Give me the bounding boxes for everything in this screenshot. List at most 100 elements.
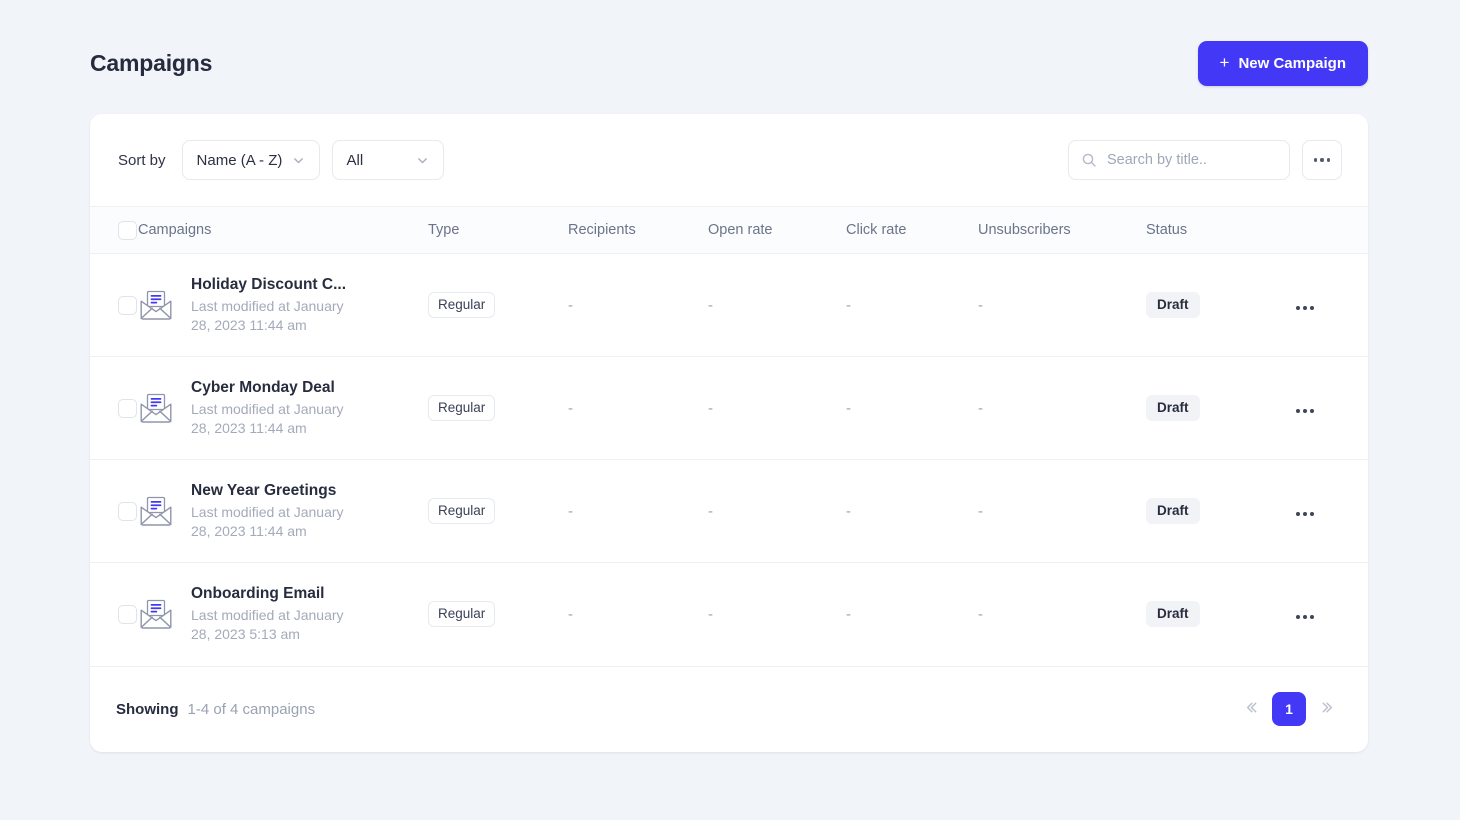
- campaigns-page: Campaigns + New Campaign Sort by Name (A…: [0, 0, 1460, 820]
- table-body: Holiday Discount C... Last modified at J…: [90, 254, 1368, 666]
- type-badge: Regular: [428, 291, 496, 319]
- campaign-type-cell: Regular: [428, 460, 568, 563]
- recipients-value: -: [568, 399, 573, 417]
- open-rate-cell: -: [708, 563, 846, 666]
- open-rate-value: -: [708, 296, 713, 314]
- row-actions-button[interactable]: [1296, 305, 1314, 310]
- column-header-unsubscribers[interactable]: Unsubscribers: [978, 207, 1146, 254]
- recipients-value: -: [568, 605, 573, 623]
- unsubscribers-cell: -: [978, 254, 1146, 357]
- row-actions-cell: [1296, 254, 1368, 357]
- row-actions-button[interactable]: [1296, 408, 1314, 413]
- search-input[interactable]: [1107, 152, 1277, 168]
- campaign-name[interactable]: New Year Greetings: [191, 481, 361, 500]
- row-select-cell: [90, 563, 138, 666]
- double-chevron-right-icon: [1319, 698, 1338, 720]
- recipients-cell: -: [568, 460, 708, 563]
- ellipsis-icon: [1296, 408, 1314, 413]
- search-icon: [1081, 152, 1097, 168]
- campaign-modified-meta: Last modified at January 28, 2023 5:13 a…: [191, 607, 344, 643]
- column-header-recipients[interactable]: Recipients: [568, 207, 708, 254]
- column-header-campaigns[interactable]: Campaigns: [138, 207, 428, 254]
- sort-select[interactable]: Name (A - Z): [181, 140, 320, 180]
- status-badge: Draft: [1146, 394, 1200, 422]
- campaign-name-cell: New Year Greetings Last modified at Janu…: [138, 460, 428, 563]
- row-checkbox[interactable]: [118, 501, 137, 521]
- page-button-1[interactable]: 1: [1272, 692, 1306, 726]
- campaign-type-cell: Regular: [428, 254, 568, 357]
- campaign-modified-meta: Last modified at January 28, 2023 11:44 …: [191, 504, 344, 540]
- row-actions-cell: [1296, 357, 1368, 460]
- column-header-actions: [1296, 207, 1368, 254]
- envelope-icon: [138, 390, 174, 426]
- row-checkbox[interactable]: [118, 398, 137, 418]
- open-rate-value: -: [708, 605, 713, 623]
- search-box[interactable]: [1068, 140, 1290, 180]
- chevron-down-icon: [292, 154, 305, 167]
- recipients-value: -: [568, 296, 573, 314]
- envelope-icon: [138, 596, 174, 632]
- unsubscribers-value: -: [978, 296, 983, 314]
- unsubscribers-cell: -: [978, 357, 1146, 460]
- table-row[interactable]: New Year Greetings Last modified at Janu…: [90, 460, 1368, 563]
- last-page-button[interactable]: [1314, 695, 1342, 723]
- ellipsis-icon: [1313, 158, 1331, 162]
- table-toolbar: Sort by Name (A - Z) All: [90, 114, 1368, 206]
- campaign-name-cell: Onboarding Email Last modified at Januar…: [138, 563, 428, 666]
- new-campaign-button-label: New Campaign: [1238, 54, 1346, 72]
- unsubscribers-cell: -: [978, 563, 1146, 666]
- select-all-checkbox[interactable]: [118, 220, 137, 240]
- table-row[interactable]: Cyber Monday Deal Last modified at Janua…: [90, 357, 1368, 460]
- open-rate-cell: -: [708, 460, 846, 563]
- recipients-cell: -: [568, 254, 708, 357]
- select-all-cell: [90, 207, 138, 254]
- row-checkbox[interactable]: [118, 295, 137, 315]
- open-rate-value: -: [708, 502, 713, 520]
- unsubscribers-value: -: [978, 502, 983, 520]
- campaign-name-cell: Cyber Monday Deal Last modified at Janua…: [138, 357, 428, 460]
- table-head: Campaigns Type Recipients Open rate Clic…: [90, 206, 1368, 254]
- ellipsis-icon: [1296, 305, 1314, 310]
- campaign-name[interactable]: Cyber Monday Deal: [191, 378, 361, 397]
- type-filter-select[interactable]: All: [331, 140, 444, 180]
- first-page-button[interactable]: [1236, 695, 1264, 723]
- status-cell: Draft: [1146, 254, 1296, 357]
- campaign-modified-meta: Last modified at January 28, 2023 11:44 …: [191, 298, 344, 334]
- click-rate-value: -: [846, 399, 851, 417]
- click-rate-cell: -: [846, 357, 978, 460]
- status-cell: Draft: [1146, 563, 1296, 666]
- status-badge: Draft: [1146, 601, 1200, 628]
- chevron-down-icon: [416, 154, 429, 167]
- click-rate-cell: -: [846, 460, 978, 563]
- table-row[interactable]: Onboarding Email Last modified at Januar…: [90, 563, 1368, 666]
- column-header-open-rate[interactable]: Open rate: [708, 207, 846, 254]
- page-title: Campaigns: [90, 49, 213, 76]
- showing-range: 1-4 of 4 campaigns: [187, 700, 316, 718]
- row-select-cell: [90, 254, 138, 357]
- row-checkbox[interactable]: [118, 604, 137, 624]
- row-actions-button[interactable]: [1296, 614, 1314, 619]
- sort-select-value: Name (A - Z): [196, 151, 283, 169]
- new-campaign-button[interactable]: + New Campaign: [1197, 40, 1368, 86]
- ellipsis-icon: [1296, 614, 1314, 619]
- toolbar-right: [1068, 140, 1342, 180]
- type-badge: Regular: [428, 601, 496, 628]
- column-header-click-rate[interactable]: Click rate: [846, 207, 978, 254]
- table-header-row: Campaigns Type Recipients Open rate Clic…: [90, 206, 1368, 254]
- row-actions-cell: [1296, 460, 1368, 563]
- row-actions-button[interactable]: [1296, 511, 1314, 516]
- envelope-icon: [138, 493, 174, 529]
- ellipsis-icon: [1296, 511, 1314, 516]
- campaign-name[interactable]: Onboarding Email: [191, 584, 361, 603]
- more-options-button[interactable]: [1302, 140, 1342, 180]
- plus-icon: +: [1219, 52, 1230, 72]
- column-header-type[interactable]: Type: [428, 207, 568, 254]
- campaign-name[interactable]: Holiday Discount C...: [191, 275, 361, 294]
- unsubscribers-value: -: [978, 399, 983, 417]
- open-rate-cell: -: [708, 254, 846, 357]
- column-header-status[interactable]: Status: [1146, 207, 1296, 254]
- table-row[interactable]: Holiday Discount C... Last modified at J…: [90, 254, 1368, 357]
- campaign-modified-meta: Last modified at January 28, 2023 11:44 …: [191, 401, 344, 437]
- click-rate-cell: -: [846, 254, 978, 357]
- envelope-icon: [138, 287, 174, 323]
